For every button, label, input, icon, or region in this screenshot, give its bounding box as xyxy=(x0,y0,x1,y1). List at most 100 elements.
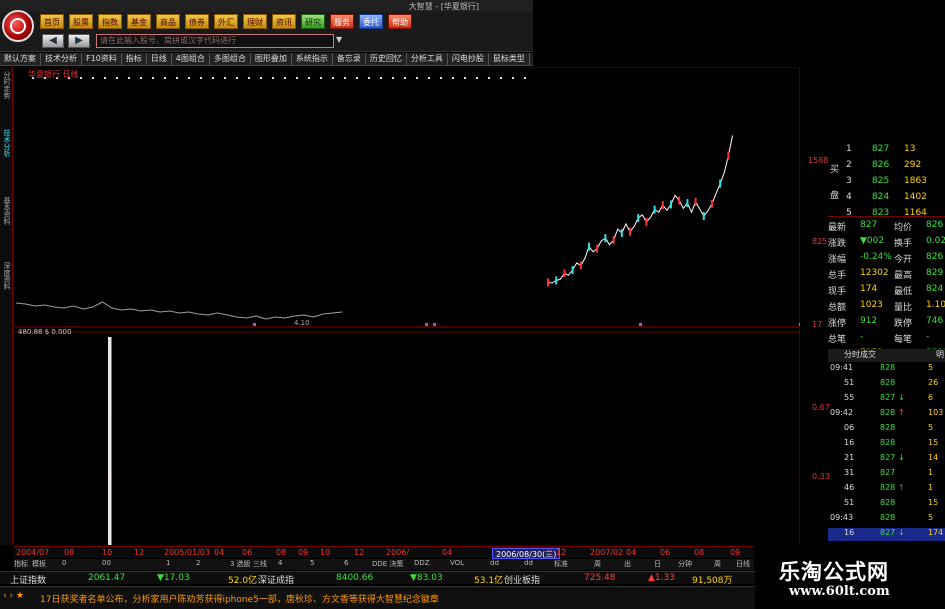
event-marker xyxy=(224,77,226,79)
forward-button[interactable]: ▶ xyxy=(68,34,90,48)
news-text[interactable]: 17日获奖者名单公布，分析家用户陈劝芳获得iphone5一部，唐秋珍、方文香等获… xyxy=(40,592,439,605)
tick-arrow: ↑ xyxy=(898,408,905,417)
indicator-tab[interactable]: 日线 xyxy=(736,559,750,569)
indicator-tab[interactable]: dd xyxy=(490,559,499,567)
stat-value: 826 xyxy=(926,252,944,262)
index-amount-sh: 52.0亿 xyxy=(228,576,258,586)
index-name-sz[interactable]: 深证成指 xyxy=(258,573,294,586)
nav-button[interactable]: 基金 xyxy=(127,14,151,29)
event-marker xyxy=(212,77,214,79)
tick-row: 16 827 ↓ 174 xyxy=(828,528,945,541)
indicator-tab[interactable]: DDZ xyxy=(414,559,430,567)
divider-marker xyxy=(433,323,436,326)
indicator-tab[interactable]: 3 选股 三线 xyxy=(230,559,267,569)
indicator-tab[interactable]: 2 xyxy=(196,559,200,567)
event-marker xyxy=(188,77,190,79)
indicator-tab[interactable]: 标准 xyxy=(554,559,568,569)
menu-item[interactable]: 分析工具 xyxy=(407,53,448,65)
logo-ring-icon xyxy=(10,18,26,34)
tick-row: 06 828 5 xyxy=(828,423,945,436)
indicator-tab[interactable]: 出 xyxy=(624,559,631,569)
event-marker xyxy=(404,77,406,79)
chevron-down-icon[interactable]: ▼ xyxy=(336,35,342,44)
order-volume: 1402 xyxy=(904,192,927,202)
indicator-tab[interactable]: 6 xyxy=(344,559,348,567)
indicator-tab[interactable]: DDE 决策 xyxy=(372,559,403,569)
menu-item[interactable]: 多图组合 xyxy=(210,53,251,65)
news-nav-controls[interactable]: ‹ › ★ xyxy=(3,591,24,601)
menu-item[interactable]: 历史回忆 xyxy=(366,53,407,65)
indicator-tab[interactable]: dd xyxy=(524,559,533,567)
indicator-tab[interactable]: 00 xyxy=(102,559,111,567)
menu-item[interactable]: 默认方案 xyxy=(0,53,41,65)
nav-button[interactable]: 指数 xyxy=(98,14,122,29)
event-marker xyxy=(176,77,178,79)
date-tick: 06 xyxy=(660,548,671,557)
side-tab[interactable]: 深度资料 xyxy=(1,262,12,290)
menu-item[interactable]: 系统指示 xyxy=(292,53,333,65)
menu-item[interactable]: 日线 xyxy=(147,53,172,65)
date-tick: 2006/ xyxy=(386,548,410,557)
tick-arrow: ↓ xyxy=(898,393,905,402)
menu-item[interactable]: 鼠标类型 xyxy=(489,53,530,65)
nav-button[interactable]: 首页 xyxy=(40,14,64,29)
indicator-tab[interactable]: 5 xyxy=(310,559,314,567)
side-tab[interactable]: 基本资料 xyxy=(1,197,12,225)
indicator-tab[interactable]: VOL xyxy=(450,559,464,567)
nav-button[interactable]: 研究 xyxy=(301,14,325,29)
index-name-sh[interactable]: 上证指数 xyxy=(10,573,46,586)
indicator-tab[interactable]: 周 xyxy=(594,559,601,569)
nav-button[interactable]: 委托 xyxy=(359,14,383,29)
menu-item[interactable]: 指标 xyxy=(122,53,147,65)
ticks-header-right[interactable]: 明 xyxy=(936,349,944,360)
side-tab[interactable]: 分时走势 xyxy=(1,71,12,99)
stat-value: 826 xyxy=(926,220,944,230)
menu-item[interactable]: 技术分析 xyxy=(41,53,82,65)
search-input[interactable]: 请在此输入股号、简拼或汉字代码进行 xyxy=(96,34,334,48)
tick-arrow: ↑ xyxy=(898,483,905,492)
nav-button[interactable]: 帮助 xyxy=(388,14,412,29)
back-button[interactable]: ◀ xyxy=(42,34,64,48)
menu-item[interactable]: 备忘录 xyxy=(333,53,366,65)
index-name-cy[interactable]: 创业板指 xyxy=(504,573,540,586)
stat-label: 总额 xyxy=(828,303,847,313)
nav-button[interactable]: 商品 xyxy=(156,14,180,29)
menu-item[interactable]: 闪电抄股 xyxy=(448,53,489,65)
indicator-tab[interactable]: 4 xyxy=(278,559,282,567)
indicator-tab[interactable]: 日 xyxy=(654,559,661,569)
event-marker xyxy=(344,77,346,79)
order-volume: 13 xyxy=(904,144,916,154)
nav-button[interactable]: 理财 xyxy=(243,14,267,29)
side-tab[interactable]: 技术分析 xyxy=(1,129,12,157)
price-chart[interactable]: 4.10 xyxy=(14,67,800,545)
menu-item[interactable]: F10资料 xyxy=(82,53,122,65)
indicator-tab[interactable]: 模板 xyxy=(32,559,46,569)
menu-item[interactable]: 图形叠加 xyxy=(251,53,292,65)
order-price: 825 xyxy=(872,176,890,186)
nav-button[interactable]: 股票 xyxy=(69,14,93,29)
nav-button[interactable]: 外汇 xyxy=(214,14,238,29)
indicator-tab[interactable]: 1 xyxy=(166,559,170,567)
tick-price: 828 xyxy=(880,438,896,447)
nav-button[interactable]: 资讯 xyxy=(272,14,296,29)
tick-price: 827 xyxy=(880,528,896,537)
nav-button[interactable]: 服务 xyxy=(330,14,354,29)
quote-stat-row: 总额 1023 量比 1.10 xyxy=(828,300,945,313)
date-tick: 2005/01/03 xyxy=(164,548,211,557)
window-title: 大智慧 - [华夏银行] xyxy=(408,2,479,11)
event-marker xyxy=(452,77,454,79)
candle xyxy=(596,244,599,253)
indicator-tab[interactable]: 分钟 xyxy=(678,559,692,569)
left-tab-strip: 分时走势技术分析基本资料深度资料 xyxy=(0,67,13,545)
menu-item[interactable]: 4图组合 xyxy=(172,53,210,65)
order-book-row: 3 825 1863 xyxy=(828,176,945,188)
tick-time: 31 xyxy=(844,468,855,477)
indicator-tab[interactable]: 指标 xyxy=(14,559,28,569)
order-price: 827 xyxy=(872,144,890,154)
quote-stat-row: 最新 827 均价 826 xyxy=(828,220,945,233)
ticks-header-label[interactable]: 分时成交 xyxy=(844,349,876,360)
indicator-tab[interactable]: 周 xyxy=(714,559,721,569)
indicator-tab[interactable]: 0 xyxy=(62,559,66,567)
index-change-cy: ▲1.33 xyxy=(648,573,675,583)
nav-button[interactable]: 债券 xyxy=(185,14,209,29)
